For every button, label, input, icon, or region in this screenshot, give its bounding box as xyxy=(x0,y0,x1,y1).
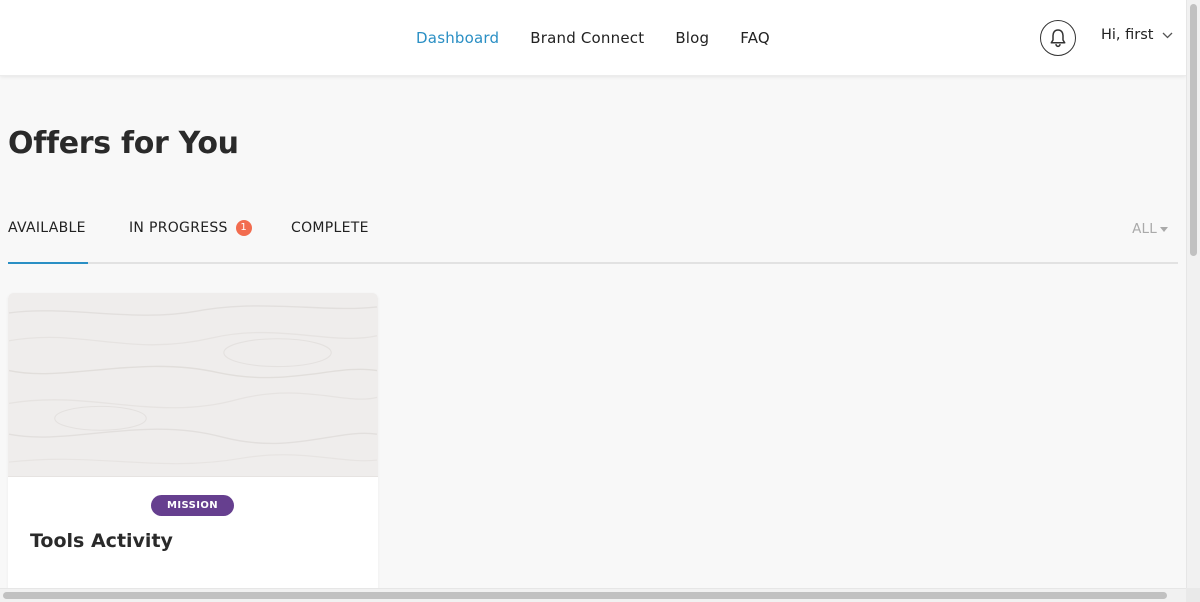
mission-badge: MISSION xyxy=(151,495,234,516)
nav-dashboard[interactable]: Dashboard xyxy=(416,29,499,47)
nav-blog[interactable]: Blog xyxy=(675,29,709,47)
nav-brand-connect[interactable]: Brand Connect xyxy=(530,29,644,47)
tab-in-progress[interactable]: IN PROGRESS 1 xyxy=(129,220,252,262)
chevron-down-icon xyxy=(1162,32,1172,38)
caret-down-icon xyxy=(1160,226,1168,232)
user-greeting: Hi, first xyxy=(1101,27,1154,43)
top-header: Dashboard Brand Connect Blog FAQ Hi, fir… xyxy=(0,0,1186,76)
tab-complete[interactable]: COMPLETE xyxy=(291,220,369,262)
offer-card-image xyxy=(8,293,378,477)
vertical-scroll-thumb[interactable] xyxy=(1190,4,1197,256)
offer-tabs: AVAILABLE IN PROGRESS 1 COMPLETE ALL xyxy=(8,208,1178,264)
filter-label: ALL xyxy=(1132,221,1157,237)
main-nav: Dashboard Brand Connect Blog FAQ xyxy=(0,0,1186,76)
notifications-button[interactable] xyxy=(1040,20,1076,56)
offer-title: Tools Activity xyxy=(30,530,173,552)
nav-faq[interactable]: FAQ xyxy=(740,29,770,47)
bell-icon xyxy=(1050,29,1066,48)
tab-available[interactable]: AVAILABLE xyxy=(8,220,88,264)
horizontal-scroll-thumb[interactable] xyxy=(3,592,1167,599)
vertical-scrollbar[interactable] xyxy=(1186,0,1200,588)
offer-card[interactable]: MISSION Tools Activity xyxy=(8,293,378,593)
in-progress-count-badge: 1 xyxy=(235,220,252,236)
offer-filter-dropdown[interactable]: ALL xyxy=(1132,221,1168,237)
user-menu[interactable]: Hi, first xyxy=(1101,27,1173,43)
horizontal-scrollbar[interactable] xyxy=(0,588,1200,602)
tab-label: AVAILABLE xyxy=(8,220,86,236)
tab-label: COMPLETE xyxy=(291,220,369,236)
app-viewport: Dashboard Brand Connect Blog FAQ Hi, fir… xyxy=(0,0,1200,602)
tab-label: IN PROGRESS xyxy=(129,220,228,236)
scrollbar-corner xyxy=(1186,588,1200,602)
page-title: Offers for You xyxy=(8,126,239,161)
